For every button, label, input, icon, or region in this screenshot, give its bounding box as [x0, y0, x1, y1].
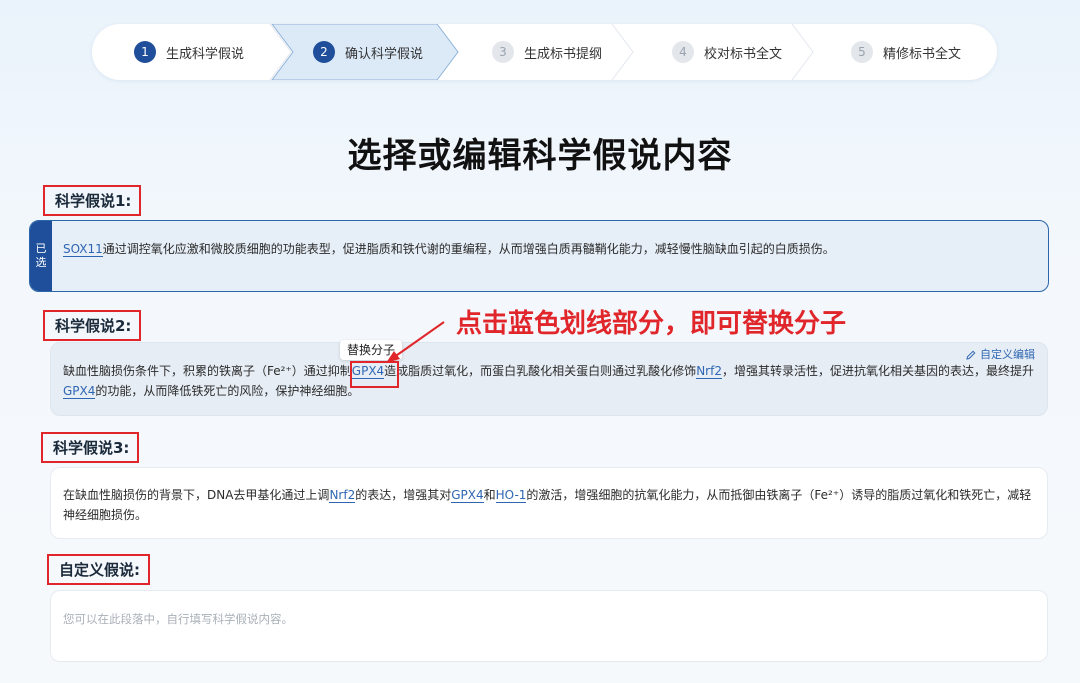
page-title: 选择或编辑科学假说内容 — [347, 136, 733, 176]
step-4[interactable]: 4 校对标书全文 — [672, 24, 782, 80]
step-number: 1 — [134, 41, 156, 63]
progress-stepper: 1 生成科学假说 2 确认科学假说 3 生成标书提纲 4 校对标书全文 5 精修… — [92, 24, 997, 80]
hypothesis-2-label: 科学假说2: — [43, 310, 142, 341]
gene-link-sox11[interactable]: SOX11 — [63, 242, 103, 257]
step-number: 2 — [313, 41, 335, 63]
step-label: 校对标书全文 — [704, 46, 783, 62]
gene-link-ho1[interactable]: HO-1 — [495, 488, 527, 503]
hypothesis-2-card[interactable]: 自定义编辑 缺血性脑损伤条件下，积累的铁离子（Fe²⁺）通过抑制GPX4造成脂质… — [50, 342, 1048, 416]
hypothesis-1-text: SOX11通过调控氧化应激和微胶质细胞的功能表型，促进脂质和铁代谢的重编程，从而… — [63, 239, 1028, 259]
gene-link-nrf2[interactable]: Nrf2 — [696, 364, 722, 379]
gene-link-nrf2[interactable]: Nrf2 — [329, 488, 356, 503]
step-label: 生成科学假说 — [166, 46, 245, 62]
step-5[interactable]: 5 精修标书全文 — [851, 24, 961, 80]
custom-hypothesis-placeholder: 您可以在此段落中，自行填写科学假说内容。 — [63, 612, 293, 626]
step-1[interactable]: 1 生成科学假说 — [134, 24, 244, 80]
annotation-arrow-icon — [386, 321, 445, 363]
step-label: 精修标书全文 — [883, 46, 962, 62]
hypothesis-3-label: 科学假说3: — [41, 432, 140, 463]
hypothesis-text-segment: 在缺血性脑损伤的背景下，DNA去甲基化通过上调 — [63, 488, 330, 502]
hypothesis-text-segment: 缺血性脑损伤条件下，积累的铁离子（Fe²⁺）通过抑制 — [63, 364, 352, 378]
hypothesis-text-segment: 的表达，增强其对 — [355, 488, 452, 502]
step-number: 3 — [492, 41, 514, 63]
hypothesis-text-segment: 和 — [483, 488, 496, 502]
hypothesis-text-segment: ，增强其转录活性，促进抗氧化相关基因的表达，最终提升 — [721, 364, 1034, 378]
gene-link-gpx4[interactable]: GPX4 — [451, 488, 484, 503]
pencil-icon — [966, 350, 976, 360]
custom-hypothesis-label: 自定义假说: — [47, 554, 150, 585]
hypothesis-3-card[interactable]: 在缺血性脑损伤的背景下，DNA去甲基化通过上调Nrf2的表达，增强其对GPX4和… — [50, 467, 1048, 539]
selected-badge-char-1: 已 — [35, 242, 47, 255]
hypothesis-2-text: 缺血性脑损伤条件下，积累的铁离子（Fe²⁺）通过抑制GPX4造成脂质过氧化，而蛋… — [63, 361, 1035, 401]
step-label: 生成标书提纲 — [524, 46, 603, 62]
custom-hypothesis-input[interactable]: 您可以在此段落中，自行填写科学假说内容。 — [50, 590, 1048, 662]
step-label: 确认科学假说 — [345, 46, 424, 62]
step-number: 5 — [851, 41, 873, 63]
hypothesis-3-text: 在缺血性脑损伤的背景下，DNA去甲基化通过上调Nrf2的表达，增强其对GPX4和… — [63, 485, 1033, 525]
step-2[interactable]: 2 确认科学假说 — [313, 24, 423, 80]
selected-badge: 已 选 — [30, 221, 52, 291]
hypothesis-text-segment: 通过调控氧化应激和微胶质细胞的功能表型，促进脂质和铁代谢的重编程，从而增强白质再… — [102, 242, 835, 256]
hypothesis-text-segment: 的功能，从而降低铁死亡的风险，保护神经细胞。 — [95, 384, 360, 398]
hypothesis-1-card[interactable]: 已 选 SOX11通过调控氧化应激和微胶质细胞的功能表型，促进脂质和铁代谢的重编… — [29, 220, 1049, 292]
step-number: 4 — [672, 41, 694, 63]
gene-link-gpx4[interactable]: GPX4 — [63, 384, 96, 399]
selected-badge-char-2: 选 — [35, 256, 47, 269]
step-3[interactable]: 3 生成标书提纲 — [492, 24, 602, 80]
annotation-callout: 点击蓝色划线部分，即可替换分子 — [456, 309, 847, 339]
hypothesis-1-label: 科学假说1: — [43, 185, 142, 216]
